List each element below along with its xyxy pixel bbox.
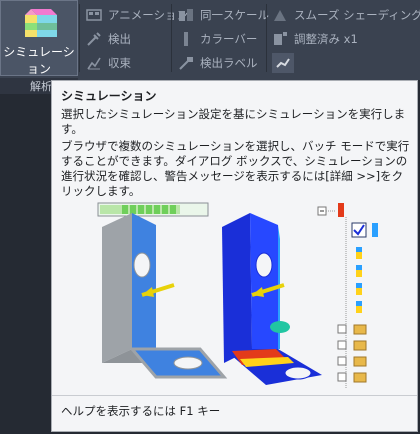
- plain-bracket-graphic: [102, 213, 228, 379]
- stress-bracket-graphic: [222, 213, 322, 385]
- tooltip-footer: ヘルプを表示するには F1 キー: [61, 404, 221, 418]
- adjusted-scale-icon: [272, 31, 288, 47]
- converge-label: 収束: [108, 56, 131, 70]
- adjusted-scale-label: 調整済み x1: [294, 32, 358, 46]
- same-scale-icon: [178, 7, 194, 23]
- ribbon-separator: [171, 4, 172, 72]
- animation-label: アニメーション: [108, 8, 189, 22]
- smooth-shading-label: スムーズ シェーディング: [294, 8, 420, 22]
- simulation-button[interactable]: シミュレーション: [0, 0, 78, 76]
- adjusted-scale-dropdown[interactable]: 調整済み x1: [272, 29, 358, 49]
- tooltip-description: 選択したシミュレーション設定を基にシミュレーションを実行します。: [61, 107, 406, 136]
- simulation-illustration: [97, 202, 378, 389]
- inspect-label: 検出: [108, 32, 131, 46]
- colorbar-label: カラーバー: [200, 32, 258, 46]
- simulation-button-label: シミュレーション: [3, 45, 75, 76]
- animation-icon: [86, 7, 102, 23]
- probe-label-label: 検出ラベル: [200, 56, 258, 70]
- ribbon: シミュレーション アニメーション 検出 収束 同一スケール カラーバー 検出ラベ…: [0, 0, 420, 80]
- same-scale-label: 同一スケール: [200, 8, 269, 22]
- colorbar-icon: [178, 31, 194, 47]
- colorbar-button[interactable]: カラーバー: [178, 29, 257, 49]
- tooltip-title: シミュレーション: [61, 89, 157, 103]
- deform-button[interactable]: [272, 53, 294, 73]
- converge-button[interactable]: 収束: [86, 53, 131, 73]
- probe-label-button[interactable]: 検出ラベル: [178, 53, 258, 73]
- smooth-shading-button[interactable]: スムーズ シェーディング: [272, 5, 420, 25]
- probe-label-icon: [178, 55, 194, 71]
- progress-bar-graphic: [97, 202, 209, 217]
- browser-tree-graphic: [317, 203, 378, 389]
- ribbon-separator: [79, 4, 80, 72]
- tooltip-detail: ブラウザで複数のシミュレーションを選択し、バッチ モードで実行することができます…: [61, 139, 410, 198]
- same-scale-button[interactable]: 同一スケール: [178, 5, 269, 25]
- tooltip: シミュレーション 選択したシミュレーション設定を基にシミュレーションを実行します…: [51, 80, 418, 432]
- tooltip-divider: [52, 395, 417, 396]
- smooth-shading-icon: [272, 7, 288, 23]
- deform-icon: [275, 55, 291, 71]
- animation-button[interactable]: アニメーション: [86, 5, 188, 25]
- inspect-button[interactable]: 検出: [86, 29, 131, 49]
- simulation-cube-icon: [25, 9, 57, 37]
- converge-icon: [86, 55, 102, 71]
- ribbon-separator: [266, 4, 267, 72]
- inspect-icon: [86, 31, 102, 47]
